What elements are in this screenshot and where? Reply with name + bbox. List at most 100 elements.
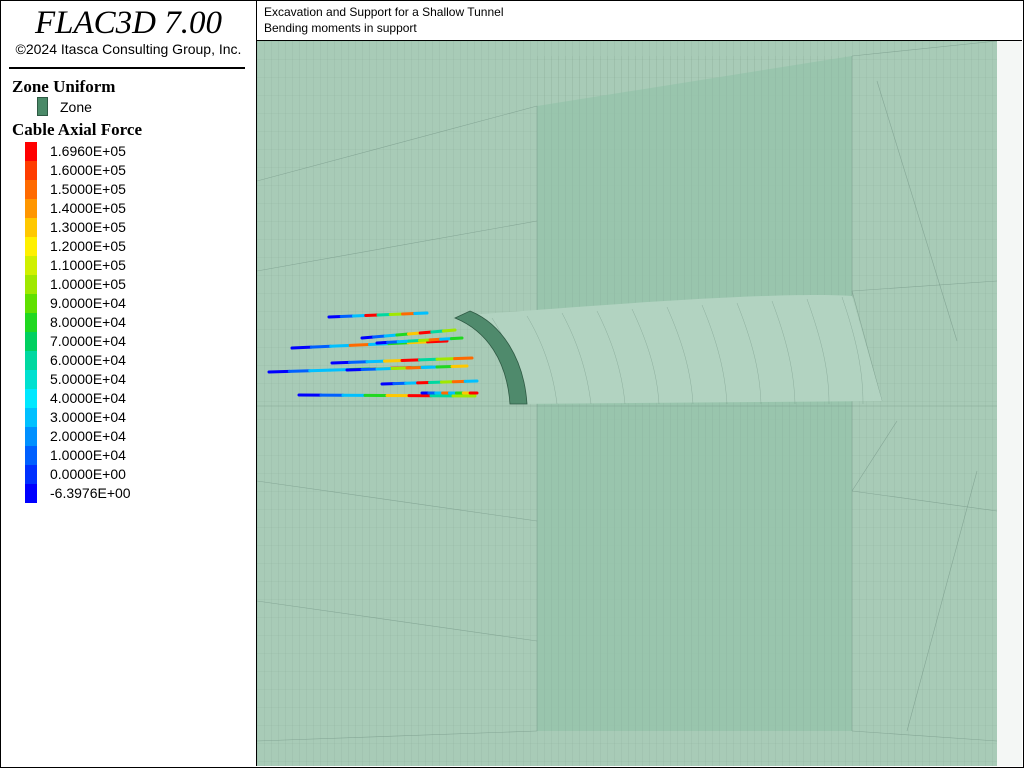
zone-legend-heading: Zone Uniform: [12, 77, 116, 96]
colorbar-cell: [25, 427, 37, 446]
cable-segment: [309, 344, 333, 349]
cable-segment: [435, 357, 456, 361]
colorbar-label: 9.0000E+04: [50, 295, 126, 311]
colorbar-label: 6.0000E+04: [50, 352, 126, 368]
colorbar-cell: [25, 465, 37, 484]
cable-segment: [386, 340, 400, 344]
cable-force-labels: 1.6960E+05 1.6000E+05 1.5000E+05 1.4000E+05…: [50, 142, 131, 503]
colorbar-cell: [25, 370, 37, 389]
cable-segment: [329, 343, 352, 348]
cable-segment: [435, 365, 454, 369]
colorbar-label: 1.0000E+04: [50, 447, 126, 463]
cable-segment: [428, 337, 443, 342]
plot-title: Excavation and Support for a Shallow Tun…: [264, 5, 504, 19]
cable-segment: [401, 312, 417, 316]
cable-segment: [420, 365, 439, 369]
cable-segment: [388, 312, 404, 316]
cable-segment: [364, 313, 380, 317]
colorbar-label: 1.2000E+05: [50, 238, 126, 254]
cable-segment: [360, 367, 379, 371]
viewport-margin: [997, 41, 1022, 766]
colorbar-cell: [25, 332, 37, 351]
colorbar-cell: [25, 294, 37, 313]
cable-segment: [376, 313, 392, 317]
colorbar-label: 2.0000E+04: [50, 428, 126, 444]
cable-segment: [348, 360, 369, 364]
colorbar-label: 1.4000E+05: [50, 200, 126, 216]
colorbar-label: 1.3000E+05: [50, 219, 126, 235]
cable-force-colorbar: [25, 142, 37, 503]
colorbar-label: -6.3976E+00: [50, 485, 131, 501]
cable-segment: [327, 315, 343, 319]
colorbar-cell: [25, 275, 37, 294]
colorbar-label: 1.1000E+05: [50, 257, 126, 273]
zone-color-swatch: [37, 97, 48, 116]
cable-segment: [418, 338, 432, 342]
cable-segment: [360, 335, 376, 340]
colorbar-label: 8.0000E+04: [50, 314, 126, 330]
cable-segment: [267, 369, 291, 374]
colorbar-cell: [25, 218, 37, 237]
colorbar-label: 3.0000E+04: [50, 409, 126, 425]
plot-subtitle: Bending moments in support: [264, 21, 417, 35]
legend-panel: FLAC3D 7.00 ©2024 Itasca Consulting Grou…: [1, 1, 257, 766]
colorbar-cell: [25, 446, 37, 465]
cable-segment: [308, 368, 332, 373]
copyright-text: ©2024 Itasca Consulting Group, Inc.: [15, 41, 242, 57]
cable-segment: [450, 364, 469, 368]
cable-segment: [413, 311, 429, 315]
cable-segment: [345, 368, 364, 372]
cable-legend-heading: Cable Axial Force: [12, 120, 142, 139]
cable-segment: [330, 360, 351, 365]
cable-segment: [372, 334, 387, 339]
cable-segment: [407, 339, 421, 343]
colorbar-cell: [25, 256, 37, 275]
plot-title-box: Excavation and Support for a Shallow Tun…: [257, 1, 1022, 41]
app-title: FLAC3D 7.00: [34, 5, 222, 41]
model-viewport[interactable]: [257, 41, 1022, 766]
cable-segment: [439, 337, 453, 341]
cable-segment: [348, 343, 371, 347]
cable-segment: [449, 336, 464, 341]
colorbar-cell: [25, 313, 37, 332]
cable-segment: [395, 332, 410, 337]
title-divider: [9, 67, 245, 69]
cable-segment: [375, 367, 394, 371]
cable-segment: [383, 359, 404, 363]
colorbar-cell: [25, 161, 37, 180]
cable-segment: [383, 333, 399, 338]
cable-segment: [405, 366, 424, 370]
cable-segment: [400, 358, 421, 362]
cable-segment: [290, 345, 313, 350]
cable-segment: [453, 356, 474, 361]
cable-segment: [339, 314, 355, 318]
colorbar-label: 1.6960E+05: [50, 143, 126, 159]
cable-segment: [430, 329, 445, 334]
colorbar-cell: [25, 408, 37, 427]
colorbar-cell: [25, 484, 37, 503]
cable-segment: [418, 357, 439, 362]
colorbar-label: 5.0000E+04: [50, 371, 126, 387]
cable-segment: [287, 369, 312, 373]
model-scene[interactable]: [257, 41, 1022, 766]
colorbar-cell: [25, 180, 37, 199]
cable-segment: [352, 314, 368, 318]
colorbar-cell: [25, 237, 37, 256]
colorbar-label: 4.0000E+04: [50, 390, 126, 406]
cable-segment: [390, 366, 409, 370]
cable-segment: [441, 328, 457, 333]
colorbar-cell: [25, 142, 37, 161]
colorbar-label: 0.0000E+00: [50, 466, 126, 482]
colorbar-label: 1.6000E+05: [50, 162, 126, 178]
cable-segment: [407, 331, 422, 336]
colorbar-label: 1.5000E+05: [50, 181, 126, 197]
cable-segment: [365, 359, 386, 364]
cable-segment: [375, 340, 390, 345]
colorbar-label: 1.0000E+05: [50, 276, 126, 292]
zone-legend-label: Zone: [60, 99, 92, 115]
cable-segment: [396, 339, 411, 344]
colorbar-cell: [25, 351, 37, 370]
colorbar-label: 7.0000E+04: [50, 333, 126, 349]
colorbar-cell: [25, 389, 37, 408]
colorbar-cell: [25, 199, 37, 218]
